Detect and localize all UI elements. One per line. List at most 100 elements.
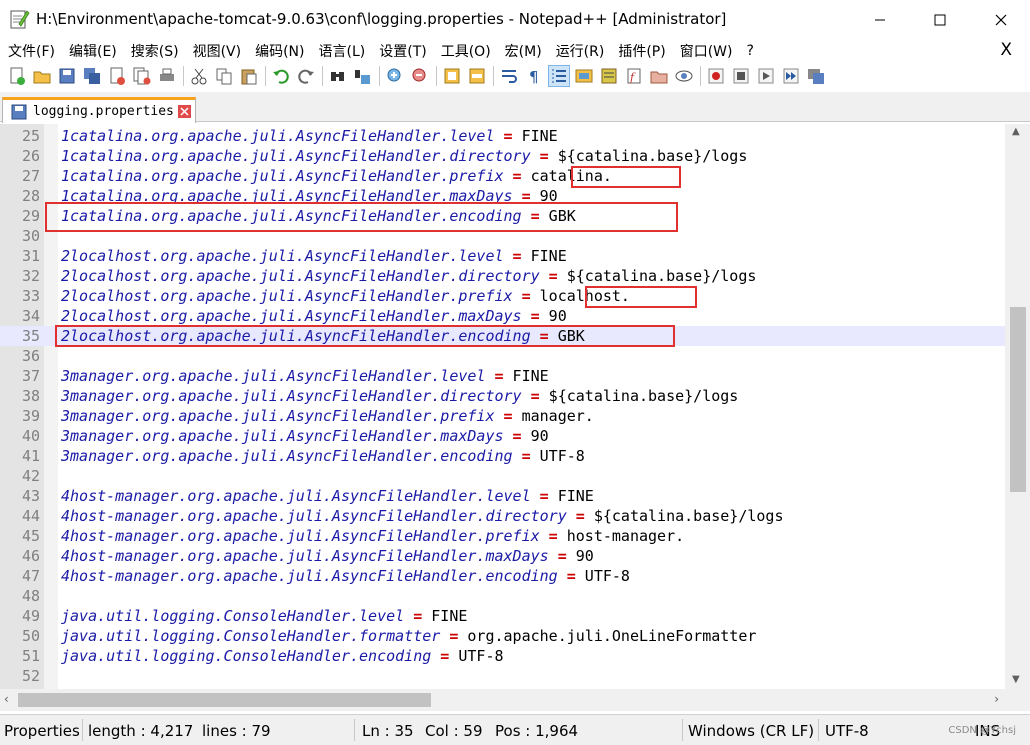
undo-icon[interactable] [270, 65, 292, 87]
tab-logging-properties[interactable]: logging.properties [2, 97, 196, 123]
code-line[interactable]: 47 4host-manager.org.apache.juli.AsyncFil… [0, 566, 1005, 586]
save-all-icon[interactable] [81, 65, 103, 87]
menu-edit[interactable]: 编辑(E) [61, 41, 123, 61]
replace-icon[interactable] [352, 65, 374, 87]
scroll-right-icon[interactable]: › [994, 692, 999, 706]
close-window-button[interactable] [978, 0, 1024, 40]
menu-encoding[interactable]: 编码(N) [247, 41, 310, 61]
scroll-left-icon[interactable]: ‹ [4, 692, 9, 706]
vertical-scrollbar[interactable]: ▲ ▼ [1005, 124, 1030, 689]
toolbar: ¶ f [0, 62, 1030, 90]
menu-plugins[interactable]: 插件(P) [610, 41, 671, 61]
minimize-button[interactable] [857, 0, 903, 40]
show-all-characters-icon[interactable]: ¶ [523, 65, 545, 87]
close-all-icon[interactable] [131, 65, 153, 87]
run-macro-multiple-icon[interactable] [780, 65, 802, 87]
code-line[interactable]: 45 4host-manager.org.apache.juli.AsyncFil… [0, 526, 1005, 546]
code-line[interactable]: 33 2localhost.org.apache.juli.AsyncFileHa… [0, 286, 1005, 306]
stop-recording-icon[interactable] [730, 65, 752, 87]
function-list-icon[interactable]: f [623, 65, 645, 87]
zoom-in-icon[interactable] [384, 65, 406, 87]
paste-icon[interactable] [238, 65, 260, 87]
code-line[interactable]: 39 3manager.org.apache.juli.AsyncFileHand… [0, 406, 1005, 426]
menu-search[interactable]: 搜索(S) [123, 41, 185, 61]
record-macro-icon[interactable] [705, 65, 727, 87]
code-line[interactable]: 37 3manager.org.apache.juli.AsyncFileHand… [0, 366, 1005, 386]
new-file-icon[interactable] [6, 65, 28, 87]
code-line[interactable]: 46 4host-manager.org.apache.juli.AsyncFil… [0, 546, 1005, 566]
find-icon[interactable] [327, 65, 349, 87]
code-line[interactable]: 41 3manager.org.apache.juli.AsyncFileHand… [0, 446, 1005, 466]
menu-help[interactable]: ? [739, 43, 760, 59]
vertical-scrollbar-thumb[interactable] [1010, 307, 1026, 492]
word-wrap-icon[interactable] [498, 65, 520, 87]
menu-file[interactable]: 文件(F) [0, 41, 61, 61]
line-number: 28 [21, 187, 40, 205]
monitoring-icon[interactable] [673, 65, 695, 87]
print-icon[interactable] [156, 65, 178, 87]
folder-as-workspace-icon[interactable] [648, 65, 670, 87]
code-line[interactable]: 43 4host-manager.org.apache.juli.AsyncFil… [0, 486, 1005, 506]
tab-close-icon[interactable] [177, 105, 191, 118]
save-macro-icon[interactable] [805, 65, 827, 87]
toolbar-separator [493, 66, 494, 86]
user-defined-language-icon[interactable] [573, 65, 595, 87]
line-number: 26 [21, 147, 40, 165]
code-line[interactable]: 44 4host-manager.org.apache.juli.AsyncFil… [0, 506, 1005, 526]
code-line[interactable]: 51 java.util.logging.ConsoleHandler.encod… [0, 646, 1005, 666]
document-map-icon[interactable] [598, 65, 620, 87]
sync-vertical-icon[interactable] [441, 65, 463, 87]
code-line[interactable]: 26 1catalina.org.apache.juli.AsyncFileHan… [0, 146, 1005, 166]
cut-icon[interactable] [188, 65, 210, 87]
status-eol[interactable]: Windows (CR LF) [688, 722, 814, 740]
menu-tools[interactable]: 工具(O) [433, 41, 497, 61]
menu-settings[interactable]: 设置(T) [371, 41, 432, 61]
editor-area[interactable]: 25 1catalina.org.apache.juli.AsyncFileHan… [0, 124, 1005, 689]
code-line[interactable]: 36 [0, 346, 1005, 366]
open-file-icon[interactable] [31, 65, 53, 87]
menu-run[interactable]: 运行(R) [548, 41, 611, 61]
code-line[interactable]: 27 1catalina.org.apache.juli.AsyncFileHan… [0, 166, 1005, 186]
redo-icon[interactable] [295, 65, 317, 87]
line-content: 2localhost.org.apache.juli.AsyncFileHand… [61, 306, 567, 326]
status-separator [354, 719, 355, 741]
close-document-button[interactable]: X [1000, 40, 1012, 60]
line-content: 4host-manager.org.apache.juli.AsyncFileH… [61, 546, 594, 566]
status-encoding[interactable]: UTF-8 [825, 722, 869, 740]
zoom-out-icon[interactable] [409, 65, 431, 87]
code-line[interactable]: 25 1catalina.org.apache.juli.AsyncFileHan… [0, 126, 1005, 146]
line-content: java.util.logging.ConsoleHandler.encodin… [61, 646, 504, 666]
scroll-down-icon[interactable]: ▼ [1012, 674, 1020, 685]
sync-horizontal-icon[interactable] [466, 65, 488, 87]
menu-window[interactable]: 窗口(W) [672, 41, 739, 61]
code-line[interactable]: 30 [0, 226, 1005, 246]
code-line[interactable]: 49 java.util.logging.ConsoleHandler.level… [0, 606, 1005, 626]
code-line[interactable]: 52 [0, 666, 1005, 686]
code-line[interactable]: 40 3manager.org.apache.juli.AsyncFileHand… [0, 426, 1005, 446]
code-line[interactable]: 38 3manager.org.apache.juli.AsyncFileHand… [0, 386, 1005, 406]
property-value: catalina. [530, 167, 612, 185]
playback-macro-icon[interactable] [755, 65, 777, 87]
indent-guide-icon[interactable] [548, 65, 570, 87]
assignment-operator: = [521, 307, 549, 325]
scroll-up-icon[interactable]: ▲ [1012, 126, 1020, 137]
menu-language[interactable]: 语言(L) [311, 41, 372, 61]
property-value: org.apache.juli.OneLineFormatter [467, 627, 757, 645]
code-line[interactable]: 32 2localhost.org.apache.juli.AsyncFileHa… [0, 266, 1005, 286]
code-line[interactable]: 28 1catalina.org.apache.juli.AsyncFileHan… [0, 186, 1005, 206]
horizontal-scrollbar-thumb[interactable] [18, 693, 431, 707]
code-line[interactable]: 35 2localhost.org.apache.juli.AsyncFileHa… [0, 326, 1005, 346]
menu-view[interactable]: 视图(V) [185, 41, 248, 61]
code-line[interactable]: 34 2localhost.org.apache.juli.AsyncFileHa… [0, 306, 1005, 326]
maximize-button[interactable] [917, 0, 963, 40]
code-line[interactable]: 50 java.util.logging.ConsoleHandler.forma… [0, 626, 1005, 646]
code-line[interactable]: 48 [0, 586, 1005, 606]
copy-icon[interactable] [213, 65, 235, 87]
close-file-icon[interactable] [106, 65, 128, 87]
menu-macro[interactable]: 宏(M) [497, 41, 548, 61]
code-line[interactable]: 31 2localhost.org.apache.juli.AsyncFileHa… [0, 246, 1005, 266]
code-line[interactable]: 42 [0, 466, 1005, 486]
horizontal-scrollbar[interactable]: ‹ › [0, 689, 1005, 711]
code-line[interactable]: 29 1catalina.org.apache.juli.AsyncFileHan… [0, 206, 1005, 226]
save-icon[interactable] [56, 65, 78, 87]
